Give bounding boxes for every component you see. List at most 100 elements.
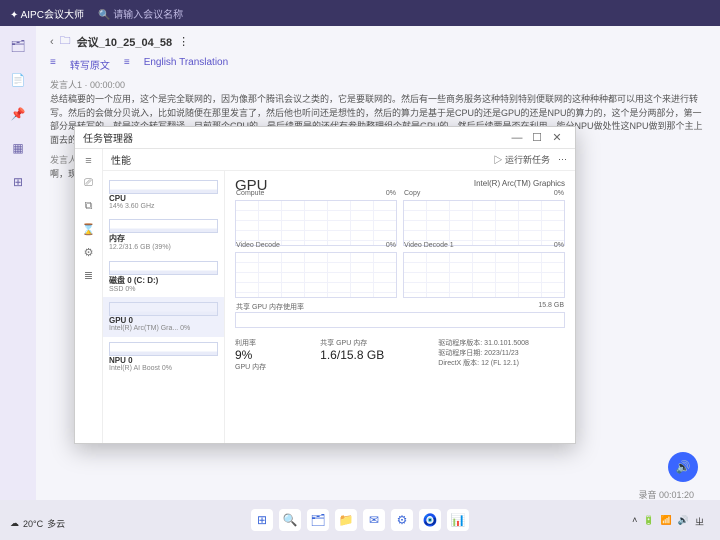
system-tray[interactable]: ˄ 🔋 📶 🔊 ㄓ xyxy=(632,515,704,528)
perf-item-npu[interactable]: NPU 0 Intel(R) AI Boost 0% xyxy=(103,337,224,376)
perf-name: NPU 0 xyxy=(109,356,218,365)
search-placeholder: 请输入会议名称 xyxy=(113,10,183,21)
run-task-button[interactable]: ▷ 运行新任务 xyxy=(493,153,550,166)
perf-item-memory[interactable]: 内存 12.2/31.6 GB (39%) xyxy=(103,214,224,255)
back-button[interactable]: ‹ xyxy=(50,36,54,48)
stat-label: GPU 内存 xyxy=(235,362,302,372)
perf-item-disk[interactable]: 磁盘 0 (C: D:) SSD 0% xyxy=(103,256,224,297)
rail-apps-icon[interactable]: ⊞ xyxy=(10,174,26,190)
taskmgr-rail: ≡ ⎚ ⧉ ⌛ ⚙ ≣ xyxy=(75,149,103,443)
windows-taskbar: ☁ 20°C 多云 ⊞ 🔍 🗂 📁 ✉ ⚙ 🧿 📊 ˄ 🔋 📶 🔊 ㄓ xyxy=(0,500,720,540)
perf-sub: SSD 0% xyxy=(109,286,218,294)
more-icon[interactable]: ⋮ xyxy=(178,35,189,48)
rail-folder-icon[interactable]: 🗂 xyxy=(10,38,26,54)
rail-grid-icon[interactable]: ▦ xyxy=(10,140,26,156)
gpu-device: Intel(R) Arc(TM) Graphics xyxy=(474,179,565,188)
more-button[interactable]: ⋯ xyxy=(558,154,567,165)
history-icon[interactable]: ⌛ xyxy=(82,223,96,236)
stat-value: 31.0.101.5008 xyxy=(484,340,529,347)
processes-icon[interactable]: ⎚ xyxy=(84,177,93,190)
mail-icon[interactable]: ✉ xyxy=(363,509,385,531)
perf-sub: Intel(R) AI Boost 0% xyxy=(109,365,218,373)
search-input[interactable]: 🔍 请输入会议名称 xyxy=(98,6,183,21)
perf-item-cpu[interactable]: CPU 14% 3.60 GHz xyxy=(103,175,224,214)
chart-pct: 0% xyxy=(554,190,564,197)
stat-label: 共享 GPU 内存 xyxy=(320,338,420,348)
weather-widget[interactable]: ☁ 20°C 多云 xyxy=(10,517,65,530)
disk-spark-icon xyxy=(109,261,218,275)
chart-copy[interactable]: Copy0% xyxy=(403,200,565,246)
chart-pct: 0% xyxy=(554,242,564,249)
task-manager-window: 任务管理器 — ☐ ✕ ≡ ⎚ ⧉ ⌛ ⚙ ≣ 性能 ▷ 运行新任务 ⋯ xyxy=(74,126,576,444)
app-title: AIPC会议大师 xyxy=(21,10,84,21)
tabs: ≡ 转写原文 ≡ English Translation xyxy=(50,57,706,72)
stat-label: 利用率 xyxy=(235,338,302,348)
tab-english[interactable]: English Translation xyxy=(144,57,229,72)
rail-file-icon[interactable]: 📄 xyxy=(10,72,26,88)
explorer-icon[interactable]: 📁 xyxy=(335,509,357,531)
perf-name: CPU xyxy=(109,194,218,203)
speaker-meta: 发言人1 · 00:00:00 xyxy=(50,78,706,91)
perf-detail: GPU Intel(R) Arc(TM) Graphics Compute0% … xyxy=(225,171,575,443)
stat-label: DirectX 版本: xyxy=(438,360,479,367)
menu-icon[interactable]: ≡ xyxy=(85,155,91,167)
perf-sub: Intel(R) Arc(TM) Gra... 0% xyxy=(109,325,218,333)
chart-label: Video Decode 1 xyxy=(404,242,454,249)
tray-overflow-icon[interactable]: ˄ xyxy=(632,515,637,528)
mem-spark-icon xyxy=(109,219,218,233)
voice-button[interactable]: 🔊 xyxy=(668,452,698,482)
titlebar[interactable]: 任务管理器 — ☐ ✕ xyxy=(75,127,575,149)
stat-value: 12 (FL 12.1) xyxy=(481,360,519,367)
chart-label: 共享 GPU 内存使用率 xyxy=(236,302,304,312)
folder-icon: 🗀 xyxy=(60,32,71,51)
app-logo: ✦ AIPC会议大师 xyxy=(10,6,84,21)
stat-value: 2023/11/23 xyxy=(484,350,519,357)
maximize-button[interactable]: ☐ xyxy=(527,131,547,144)
services-icon[interactable]: ≣ xyxy=(84,269,93,282)
perf-list: CPU 14% 3.60 GHz 内存 12.2/31.6 GB (39%) 磁… xyxy=(103,171,225,443)
search-button[interactable]: 🔍 xyxy=(279,509,301,531)
perf-item-gpu[interactable]: GPU 0 Intel(R) Arc(TM) Gra... 0% xyxy=(103,297,224,336)
start-button[interactable]: ⊞ xyxy=(251,509,273,531)
chart-pct: 0% xyxy=(386,242,396,249)
settings-icon[interactable]: ⚙ xyxy=(391,509,413,531)
perf-name: GPU 0 xyxy=(109,316,218,325)
chart-vdecode1[interactable]: Video Decode 10% xyxy=(403,252,565,298)
cpu-spark-icon xyxy=(109,180,218,194)
volume-icon[interactable]: 🔊 xyxy=(678,515,689,528)
performance-label: 性能 xyxy=(111,152,131,167)
performance-icon[interactable]: ⧉ xyxy=(85,200,93,213)
startup-icon[interactable]: ⚙ xyxy=(84,246,94,259)
app-icon[interactable]: 🧿 xyxy=(419,509,441,531)
shared-mem-chart[interactable]: 共享 GPU 内存使用率 15.8 GB xyxy=(235,312,565,328)
stat-value: 1.6/15.8 GB xyxy=(320,348,420,362)
stat-label: 驱动程序日期: xyxy=(438,350,482,357)
gpu-spark-icon xyxy=(109,302,218,316)
gpu-stats: 利用率9%GPU 内存 共享 GPU 内存1.6/15.8 GB 驱动程序版本:… xyxy=(235,338,565,372)
wifi-icon[interactable]: 📶 xyxy=(661,515,672,528)
left-rail: 🗂 📄 📌 ▦ ⊞ xyxy=(0,26,36,500)
npu-spark-icon xyxy=(109,342,218,356)
perf-name: 磁盘 0 (C: D:) xyxy=(109,275,218,286)
stat-label: 驱动程序版本: xyxy=(438,340,482,347)
stat-value: 9% xyxy=(235,348,302,362)
minimize-button[interactable]: — xyxy=(507,132,527,144)
chart-compute[interactable]: Compute0% xyxy=(235,200,397,246)
perf-sub: 14% 3.60 GHz xyxy=(109,203,218,211)
close-button[interactable]: ✕ xyxy=(547,131,567,144)
window-title: 任务管理器 xyxy=(83,130,133,145)
taskmgr-icon[interactable]: 📊 xyxy=(447,509,469,531)
ime-icon[interactable]: ㄓ xyxy=(695,515,704,528)
breadcrumb: ‹ 🗀 会议_10_25_04_58 ⋮ xyxy=(50,32,706,51)
rail-pin-icon[interactable]: 📌 xyxy=(10,106,26,122)
chart-label: Video Decode xyxy=(236,242,280,249)
chart-pct: 0% xyxy=(386,190,396,197)
taskview-icon[interactable]: 🗂 xyxy=(307,509,329,531)
perf-sub: 12.2/31.6 GB (39%) xyxy=(109,244,218,252)
chart-vdecode[interactable]: Video Decode0% xyxy=(235,252,397,298)
tab-transcript[interactable]: 转写原文 xyxy=(70,57,110,72)
perf-name: 内存 xyxy=(109,233,218,244)
chart-cap: 15.8 GB xyxy=(538,302,564,309)
battery-icon[interactable]: 🔋 xyxy=(643,515,654,528)
meeting-title: 会议_10_25_04_58 xyxy=(77,34,172,50)
